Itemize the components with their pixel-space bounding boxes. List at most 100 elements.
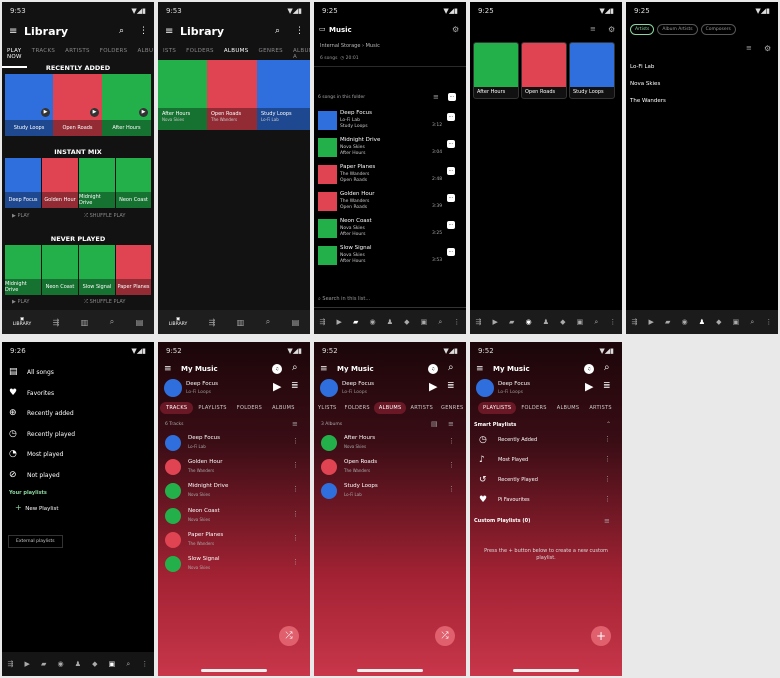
album-row[interactable]: After Hours Nova Skies ⋮ — [314, 432, 466, 454]
shuffle-fab[interactable]: ⤮ — [279, 626, 299, 646]
menu-icon[interactable]: ≡ — [165, 26, 173, 37]
tab-albums[interactable]: ALBUMS — [552, 402, 585, 414]
more-options-icon[interactable]: ⋮ — [604, 495, 611, 503]
more-options-icon[interactable]: ⋯ — [447, 140, 455, 148]
never-tile[interactable]: Slow Signal — [79, 245, 115, 295]
tab-folders[interactable]: FOLDERS — [232, 402, 267, 414]
nav-more-icon[interactable]: ⋮ — [453, 318, 460, 326]
smart-playlist-item[interactable]: ↺ Recently Played ⋮ — [470, 472, 622, 490]
more-options-icon[interactable]: ⋯ — [447, 248, 455, 256]
more-options-icon[interactable]: ⋯ — [447, 194, 455, 202]
nav-disc-icon[interactable]: ◉ — [526, 318, 532, 326]
queue-icon[interactable]: ≣ — [447, 381, 455, 391]
track-row[interactable]: Paper Planes The Wanders ⋮ — [158, 529, 310, 551]
album-tile[interactable]: Study Loops Lo-Fi Lab — [257, 60, 310, 130]
tab-tracks[interactable]: TRACKS — [160, 402, 194, 414]
shuffle-button[interactable]: ⤮ SHUFFLE PLAY — [84, 213, 125, 219]
collapse-icon[interactable]: ⌃ — [606, 421, 611, 428]
queue-icon[interactable]: ≣ — [291, 381, 299, 391]
queue-icon[interactable]: ≣ — [603, 381, 611, 391]
nav-artist-icon[interactable]: ♟ — [699, 318, 705, 326]
tab-artists[interactable]: ARTISTS — [584, 402, 617, 414]
nav-search-icon[interactable]: ⌕ — [750, 318, 754, 327]
menu-icon[interactable]: ≡ — [476, 364, 484, 374]
smart-playlist-item[interactable]: ◷ Recently Added ⋮ — [470, 432, 622, 450]
play-button[interactable]: ▶ PLAY — [12, 299, 29, 305]
play-icon[interactable]: ▶ — [41, 108, 50, 117]
playlist-item[interactable]: ⊕ Recently added — [2, 406, 154, 424]
more-options-icon[interactable]: ⋯ — [448, 93, 456, 101]
external-playlists-button[interactable]: External playlists — [8, 535, 63, 548]
nav-tag-icon[interactable]: ◆ — [560, 318, 565, 326]
more-options-icon[interactable]: ⋮ — [448, 485, 455, 493]
tab-folders[interactable]: FOLDERS — [516, 402, 551, 414]
track-row[interactable]: Golden Hour The Wanders ⋮ — [158, 456, 310, 478]
song-row[interactable]: Neon Coast Nova Skies After Hours 3:25 ⋯ — [314, 217, 466, 242]
more-options-icon[interactable]: ⋮ — [292, 461, 299, 469]
nav-queue-icon[interactable]: ⇶ — [320, 318, 326, 326]
menu-icon[interactable]: ≡ — [9, 26, 17, 37]
instant-tile[interactable]: Neon Coast — [116, 158, 151, 208]
equalizer-icon[interactable]: ♫ — [584, 364, 594, 374]
nav-queue-icon[interactable]: ⇶ — [632, 318, 638, 326]
song-row[interactable]: Deep Focus Lo-Fi Lab Study Loops 3:12 ⋯ — [314, 109, 466, 134]
nav-settings-icon[interactable]: ▤ — [136, 318, 144, 327]
new-playlist-button[interactable]: + New Playlist — [15, 503, 59, 512]
nav-tag-icon[interactable]: ◆ — [92, 660, 97, 668]
nav-search-icon[interactable]: ⌕ — [594, 318, 598, 327]
instant-tile[interactable]: Midnight Drive — [79, 158, 115, 208]
nav-tag-icon[interactable]: ◆ — [404, 318, 409, 326]
nav-folder-icon[interactable]: ▰ — [509, 318, 514, 326]
instant-tile[interactable]: Golden Hour — [42, 158, 78, 208]
search-icon[interactable]: ⌕ — [604, 362, 610, 373]
more-options-icon[interactable]: ⋮ — [292, 437, 299, 445]
album-tile[interactable]: Open Roads The Wanders — [207, 60, 257, 130]
artist-row[interactable]: Lo-Fi Lab — [630, 64, 654, 70]
nav-more-icon[interactable]: ⋮ — [609, 318, 616, 326]
sort-icon[interactable]: ≡ — [746, 44, 752, 52]
nav-album-icon[interactable]: ▣ — [421, 318, 428, 326]
more-options-icon[interactable]: ⋮ — [604, 435, 611, 443]
playlist-item[interactable]: ♥ Favorites — [2, 386, 154, 404]
tab-albums[interactable]: ALBUMS — [373, 402, 407, 414]
nav-play-icon[interactable]: ▶ — [493, 318, 498, 326]
track-row[interactable]: Slow Signal Nova Skies ⋮ — [158, 553, 310, 575]
chip-composers[interactable]: Composers — [700, 24, 736, 35]
song-row[interactable]: Midnight Drive Nova Skies After Hours 3:04 ⋯ — [314, 136, 466, 161]
album-card[interactable]: Open Roads — [521, 42, 567, 99]
chip-album-artists[interactable]: Album Artists — [657, 24, 698, 35]
nav-queue-icon[interactable]: ⇶ — [209, 318, 216, 327]
track-row[interactable]: Midnight Drive Nova Skies ⋮ — [158, 480, 310, 502]
nav-queue-icon[interactable]: ⇶ — [53, 318, 60, 327]
tab-playlists[interactable]: YLISTS — [314, 402, 341, 414]
nav-search-icon[interactable]: ⌕ — [110, 317, 114, 327]
nav-more-icon[interactable]: ⋮ — [765, 318, 772, 326]
nav-library[interactable]: ▣ LIBRARY — [13, 317, 32, 327]
nav-folder-icon[interactable]: ▰ — [353, 318, 358, 326]
sort-icon[interactable]: ≡ — [292, 420, 298, 428]
play-icon[interactable]: ▶ — [90, 108, 99, 117]
more-icon[interactable]: ⋮ — [139, 26, 148, 36]
nav-search-icon[interactable]: ⌕ — [438, 318, 442, 327]
equalizer-icon[interactable]: ♫ — [428, 364, 438, 374]
shuffle-fab[interactable]: ⤮ — [435, 626, 455, 646]
album-card[interactable]: After Hours — [473, 42, 519, 99]
never-tile[interactable]: Midnight Drive — [5, 245, 41, 295]
menu-icon[interactable]: ≡ — [320, 364, 328, 374]
album-card[interactable]: Study Loops — [569, 42, 615, 99]
more-options-icon[interactable]: ⋯ — [447, 113, 455, 121]
play-icon[interactable]: ▶ — [585, 380, 593, 393]
playlist-item[interactable]: ◔ Most played — [2, 447, 154, 465]
never-tile[interactable]: Neon Coast — [42, 245, 78, 295]
nav-folder-icon[interactable]: ▰ — [41, 660, 46, 668]
more-options-icon[interactable]: ⋮ — [448, 461, 455, 469]
settings-icon[interactable]: ⚙ — [764, 44, 771, 53]
nav-play-icon[interactable]: ▶ — [337, 318, 342, 326]
more-options-icon[interactable]: ⋯ — [447, 221, 455, 229]
tab-albums[interactable]: ALBUMS — [267, 402, 300, 414]
nav-queue-icon[interactable]: ⇶ — [476, 318, 482, 326]
more-options-icon[interactable]: ⋮ — [292, 558, 299, 566]
search-icon[interactable]: ⌕ — [119, 26, 124, 36]
add-playlist-fab[interactable]: + — [591, 626, 611, 646]
song-row[interactable]: Golden Hour The Wanders Open Roads 3:39 ⋯ — [314, 190, 466, 215]
